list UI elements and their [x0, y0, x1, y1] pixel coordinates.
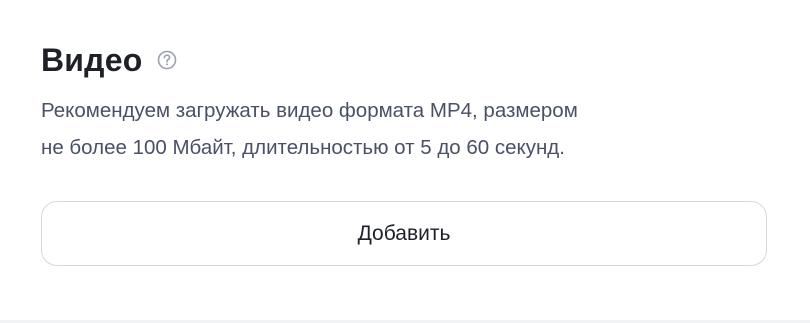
add-video-button[interactable]: Добавить	[41, 201, 767, 266]
section-title: Видео	[41, 42, 143, 78]
description-line: не более 100 Мбайт, длительностью от 5 д…	[41, 136, 565, 159]
description-line: Рекомендуем загружать видео формата MP4,…	[41, 99, 578, 122]
video-upload-card: Видео Рекомендуем загружать видео формат…	[0, 0, 810, 320]
section-description: Рекомендуем загружать видео формата MP4,…	[41, 92, 721, 166]
question-circle-icon[interactable]	[156, 49, 178, 71]
section-header: Видео	[41, 40, 178, 80]
